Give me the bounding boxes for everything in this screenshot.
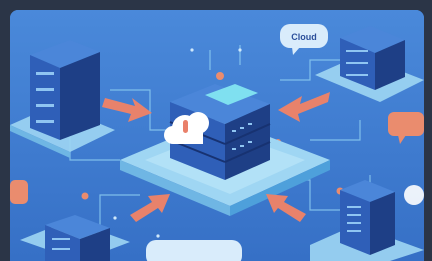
illustration-panel: Cloud <box>10 10 424 261</box>
isometric-network-illustration: Cloud <box>10 10 424 261</box>
left-accent-tab <box>10 180 28 204</box>
cloud-label: Cloud <box>291 32 317 42</box>
bottom-speech-bubble <box>146 240 242 261</box>
right-accent-tab <box>388 112 424 136</box>
image-frame: Cloud <box>0 0 432 261</box>
